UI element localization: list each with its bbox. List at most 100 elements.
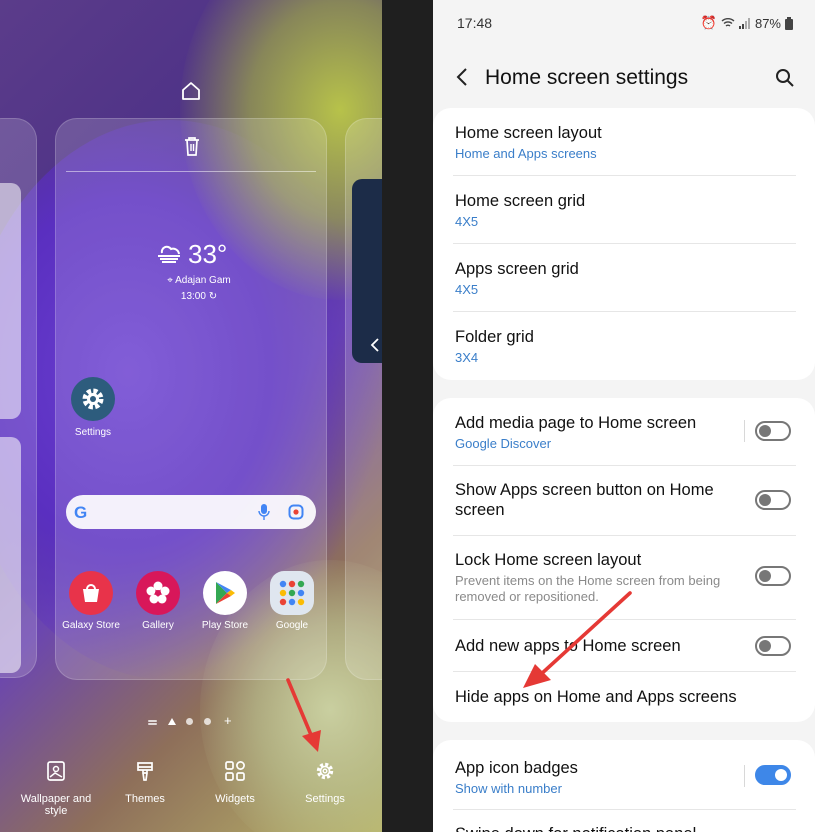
setting-description: Prevent items on the Home screen from be… <box>455 573 721 588</box>
app-label: Galaxy Store <box>62 620 120 631</box>
home-page-preview-current[interactable]: 33° ⌖ Adajan Gam 13:00 ↻ Settings G Gala… <box>55 118 327 680</box>
status-time: 17:48 <box>457 15 493 31</box>
toolbar-label: Wallpaper and style <box>20 793 92 817</box>
dock-app-play-store[interactable]: Play Store <box>192 571 258 631</box>
settings-group-grid: Home screen layout Home and Apps screens… <box>433 108 815 380</box>
weather-time: 13:00 ↻ <box>180 291 218 302</box>
widgets-icon <box>225 761 245 781</box>
divider <box>66 171 316 172</box>
home-page-preview-left[interactable] <box>0 118 37 678</box>
weather-location: ⌖ Adajan Gam <box>167 275 231 286</box>
gear-icon <box>316 762 334 780</box>
settings-group-badges: App icon badges Show with number Swipe d… <box>433 740 815 832</box>
dock-app-gallery[interactable]: Gallery <box>125 571 191 631</box>
annotation-arrow <box>286 678 321 752</box>
setting-home-screen-grid[interactable]: Home screen grid 4X5 <box>433 176 815 244</box>
toolbar-label: Widgets <box>215 793 255 805</box>
add-new-apps-toggle[interactable] <box>755 636 791 656</box>
apps-button-toggle[interactable] <box>755 490 791 510</box>
setting-value: 4X5 <box>455 214 479 229</box>
toolbar-label: Themes <box>125 793 165 805</box>
toolbar-themes-button[interactable]: Themes <box>105 760 185 805</box>
preview-tile <box>0 437 21 673</box>
toolbar-wallpaper-button[interactable]: Wallpaper and style <box>16 760 96 817</box>
themes-icon <box>137 762 153 781</box>
settings-app-shortcut[interactable]: Settings <box>68 377 118 438</box>
app-label: Gallery <box>142 620 174 631</box>
media-page-toggle[interactable] <box>755 421 791 441</box>
status-icons: ⏰ 87% <box>701 15 793 31</box>
gallery-icon <box>136 571 180 615</box>
toggle-knob <box>759 494 771 506</box>
setting-value: Home and Apps screens <box>455 146 597 161</box>
pager-menu-mark <box>148 720 157 722</box>
home-page-preview-right[interactable] <box>345 118 382 680</box>
toggle-knob <box>759 570 771 582</box>
add-page-icon: + <box>224 713 232 728</box>
divider <box>744 420 745 442</box>
app-label: Play Store <box>201 620 249 631</box>
cloud-icon <box>158 245 180 263</box>
setting-title-line: screen <box>455 501 505 519</box>
search-icon[interactable] <box>775 68 795 88</box>
dock-app-google-folder[interactable]: Google <box>259 571 325 631</box>
toolbar-label: Settings <box>305 793 345 805</box>
wallpaper-icon <box>47 761 65 781</box>
setting-value: Show with number <box>455 781 562 796</box>
app-label: Google <box>275 620 309 631</box>
google-folder-icon <box>270 571 314 615</box>
page-title: Home screen settings <box>485 66 689 89</box>
setting-title-line: Show Apps screen button on Home <box>455 481 714 499</box>
setting-show-apps-button[interactable]: Show Apps screen button on Home screen <box>433 466 815 536</box>
back-icon[interactable] <box>453 66 471 88</box>
home-screen-settings-panel: 17:48 ⏰ 87% Home screen settings Home sc… <box>433 0 815 832</box>
divider <box>744 765 745 787</box>
setting-title: Apps screen grid <box>455 260 579 278</box>
home-icon[interactable] <box>180 80 202 102</box>
page-dot <box>204 718 211 725</box>
lens-icon[interactable] <box>288 504 304 520</box>
page-indicator[interactable]: + <box>148 713 238 728</box>
toolbar-widgets-button[interactable]: Widgets <box>195 760 275 805</box>
setting-title: Swipe down for notification panel <box>455 824 696 832</box>
setting-title: Home screen layout <box>455 124 602 142</box>
google-search-bar[interactable]: G <box>66 495 316 529</box>
preview-tile <box>352 179 382 363</box>
setting-title: Add media page to Home screen <box>455 414 697 432</box>
toggle-knob <box>759 425 771 437</box>
play-store-icon <box>203 571 247 615</box>
setting-folder-grid[interactable]: Folder grid 3X4 <box>433 312 815 380</box>
page-dot <box>186 718 193 725</box>
wifi-icon <box>721 18 735 27</box>
dock-app-galaxy-store[interactable]: Galaxy Store <box>58 571 124 631</box>
setting-apps-screen-grid[interactable]: Apps screen grid 4X5 <box>433 244 815 312</box>
home-edit-panel: 33° ⌖ Adajan Gam 13:00 ↻ Settings G Gala… <box>0 0 382 832</box>
alarm-icon: ⏰ <box>700 15 717 30</box>
gear-icon <box>71 377 115 421</box>
trash-icon[interactable] <box>182 135 202 157</box>
badges-toggle[interactable] <box>755 765 791 785</box>
setting-app-icon-badges[interactable]: App icon badges Show with number <box>433 740 815 810</box>
setting-title: Lock Home screen layout <box>455 551 642 569</box>
lock-layout-toggle[interactable] <box>755 566 791 586</box>
toolbar-settings-button[interactable]: Settings <box>285 760 365 805</box>
toggle-knob <box>759 640 771 652</box>
temperature: 33° <box>188 239 228 269</box>
setting-add-media-page[interactable]: Add media page to Home screen Google Dis… <box>433 398 815 466</box>
annotation-arrow <box>523 591 632 688</box>
setting-home-screen-layout[interactable]: Home screen layout Home and Apps screens <box>433 108 815 176</box>
google-g-icon: G <box>74 503 88 522</box>
status-bar: 17:48 ⏰ 87% <box>433 0 815 46</box>
pager-menu-mark <box>148 723 157 725</box>
galaxy-store-icon <box>69 571 113 615</box>
mic-icon[interactable] <box>258 503 270 521</box>
battery-percent: 87% <box>754 15 781 31</box>
setting-value: Google Discover <box>455 436 552 451</box>
setting-title: Home screen grid <box>455 192 586 210</box>
setting-swipe-down[interactable]: Swipe down for notification panel <box>433 810 815 832</box>
preview-tile <box>0 183 21 419</box>
app-bar: Home screen settings <box>433 56 815 100</box>
setting-value: 4X5 <box>455 282 479 297</box>
setting-title: App icon badges <box>455 759 578 777</box>
toggle-knob <box>775 769 787 781</box>
